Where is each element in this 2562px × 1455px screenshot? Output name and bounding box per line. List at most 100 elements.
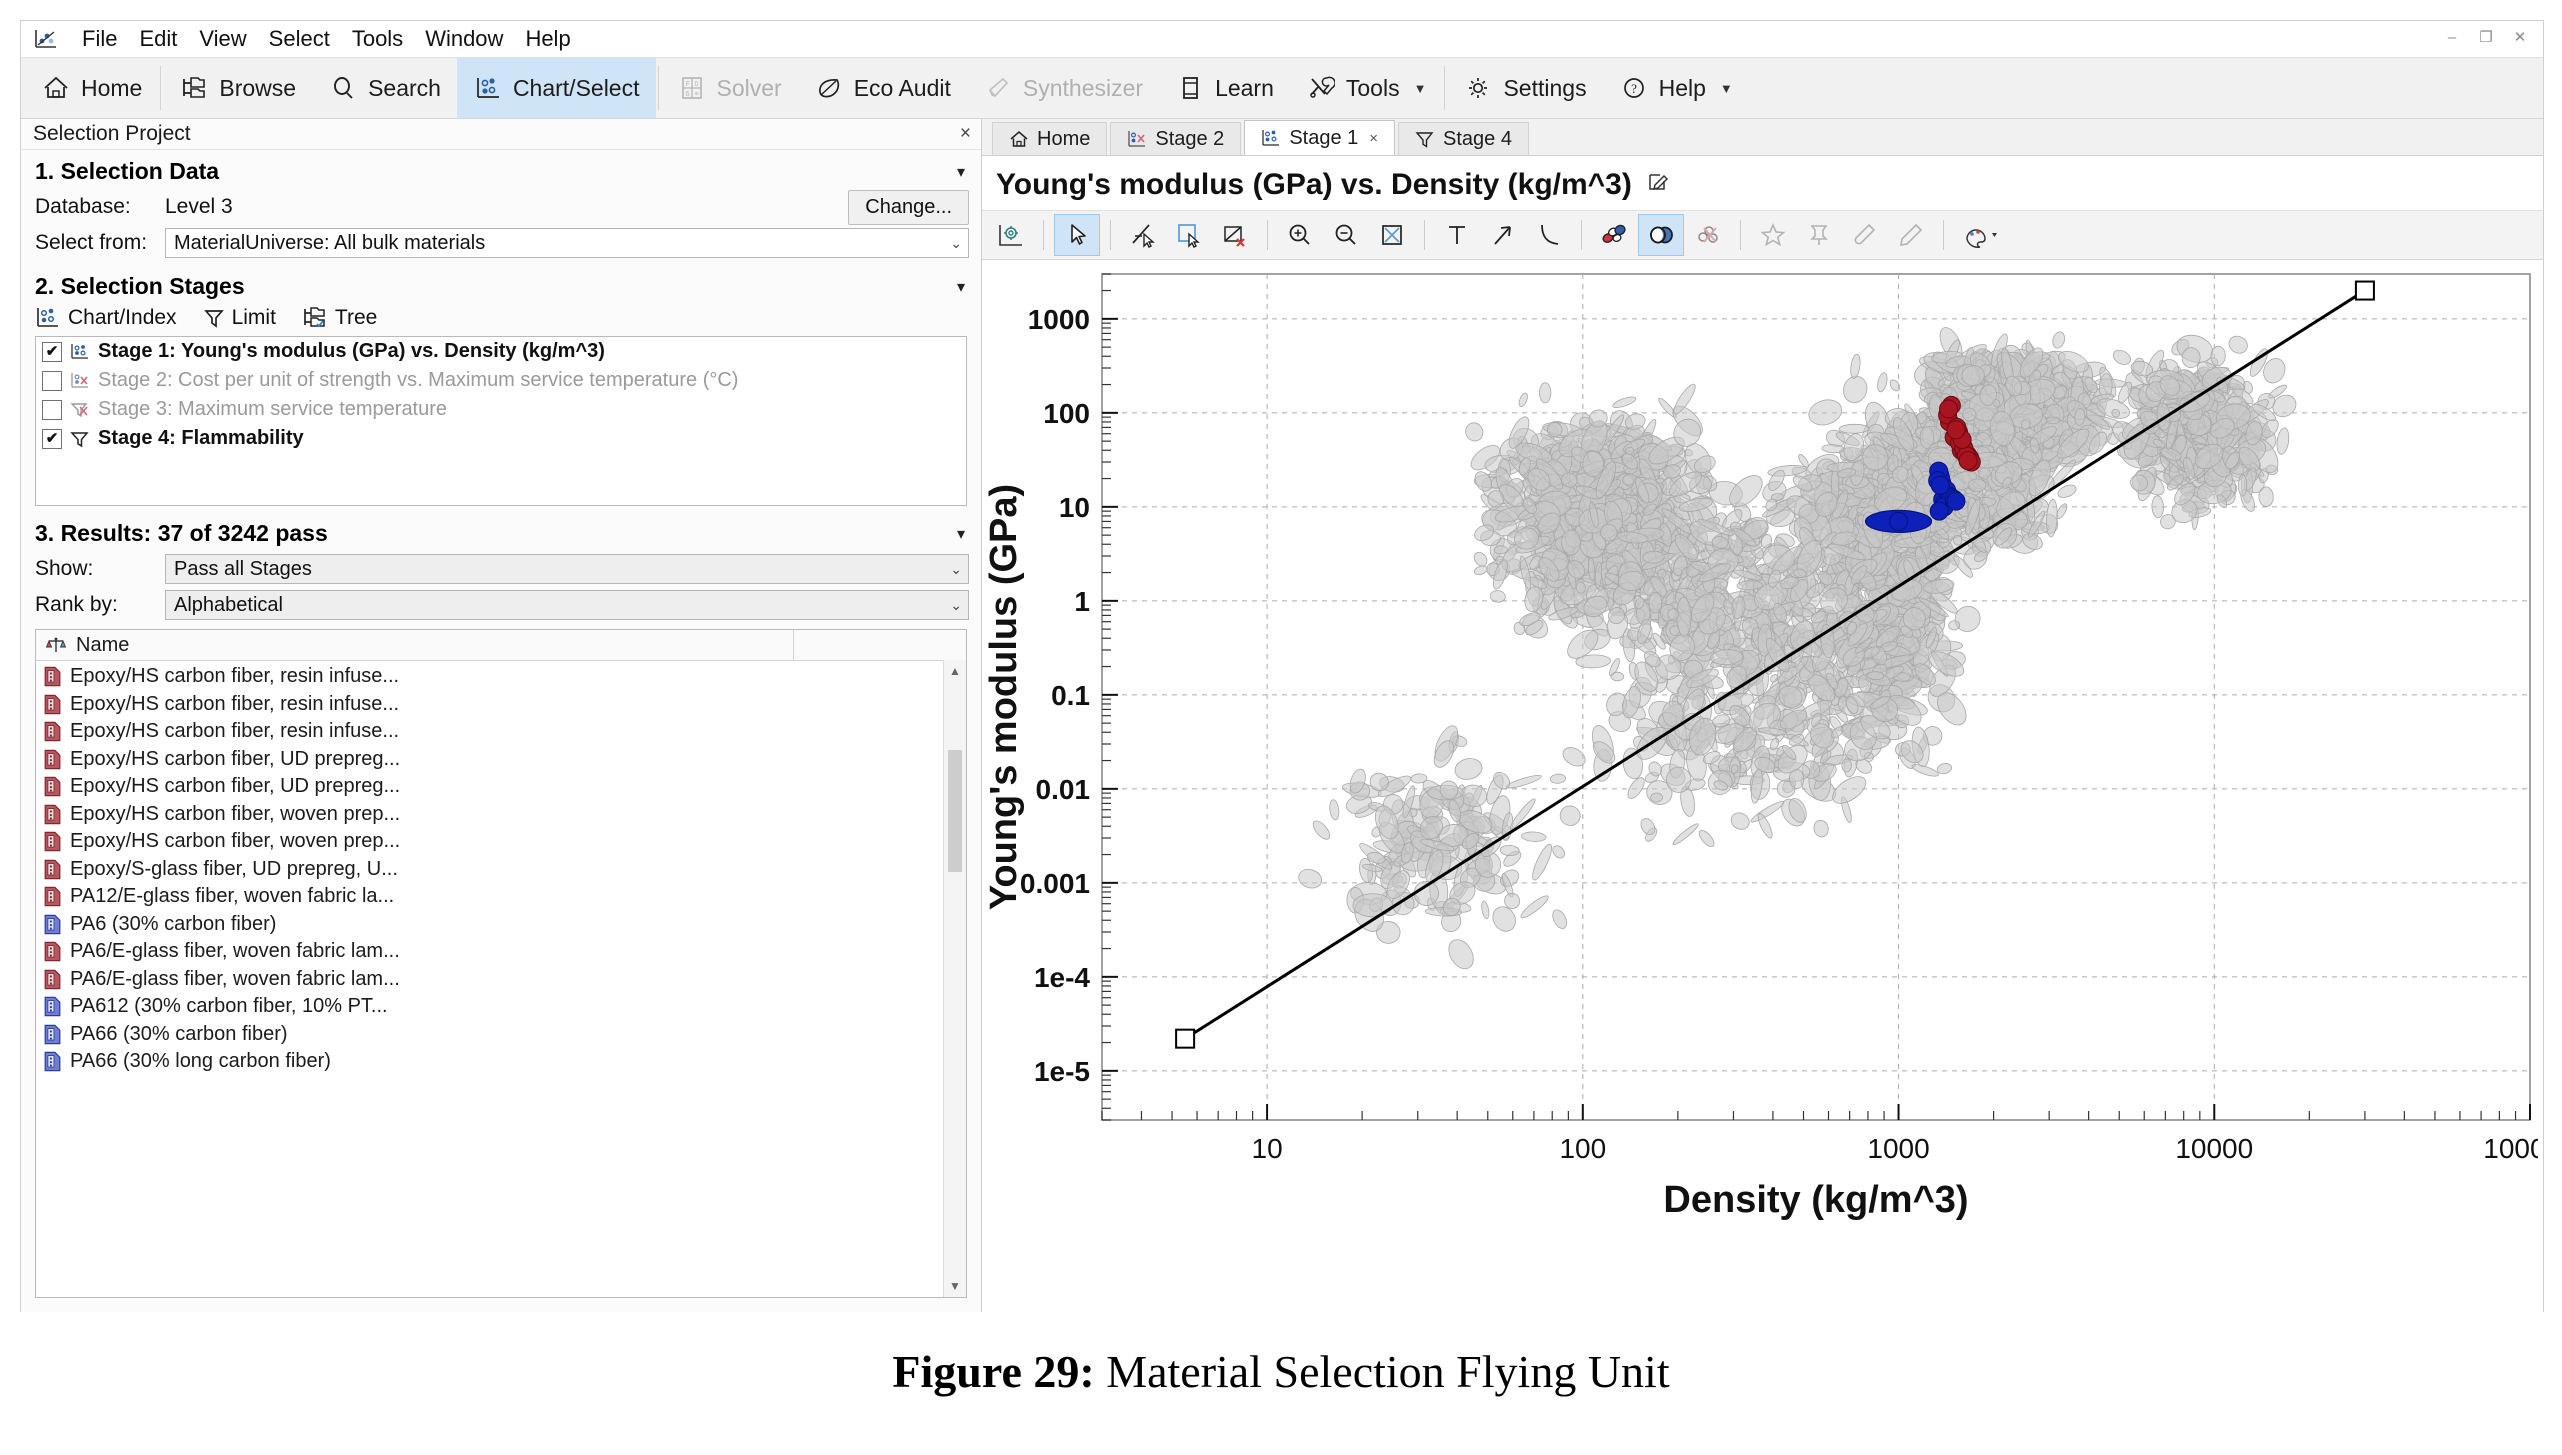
text-icon[interactable] [1435, 215, 1479, 255]
stage-checkbox[interactable] [42, 370, 62, 391]
results-list[interactable]: Epoxy/HS carbon fiber, resin infuse... E… [36, 661, 966, 1297]
curve-icon[interactable] [1527, 215, 1571, 255]
list-item[interactable]: PA66 (30% carbon fiber) [36, 1021, 966, 1049]
tree-action[interactable]: Tree [302, 306, 377, 330]
menu-item-edit[interactable]: Edit [128, 24, 188, 54]
pencil-icon[interactable] [1889, 215, 1933, 255]
pin-icon[interactable] [1797, 215, 1841, 255]
chart-index-action[interactable]: Chart/Index [35, 306, 177, 330]
stage-checkbox[interactable] [42, 399, 62, 420]
scroll-up-arrow-icon[interactable]: ▲ [949, 660, 961, 682]
ribbon-browse-button[interactable]: Browse [163, 58, 312, 118]
star-icon[interactable] [1751, 215, 1795, 255]
list-item[interactable]: PA6/E-glass fiber, woven fabric lam... [36, 966, 966, 994]
results-scrollbar[interactable]: ▲ ▼ [943, 660, 966, 1297]
list-item[interactable]: Epoxy/HS carbon fiber, UD prepreg... [36, 746, 966, 774]
panel-close-icon[interactable]: × [960, 123, 971, 145]
collapse-chevron-icon[interactable]: ▾ [957, 162, 969, 182]
list-item[interactable]: Epoxy/HS carbon fiber, woven prep... [36, 801, 966, 829]
chart-settings-icon[interactable] [989, 215, 1033, 255]
scrollbar-thumb[interactable] [948, 750, 962, 872]
list-item[interactable]: PA6/E-glass fiber, woven fabric lam... [36, 938, 966, 966]
scroll-down-arrow-icon[interactable]: ▼ [949, 1275, 961, 1297]
minimize-button[interactable]: – [2435, 23, 2469, 51]
delete-box-icon[interactable] [1213, 215, 1257, 255]
test-tube-icon[interactable] [1843, 215, 1887, 255]
list-item[interactable]: PA66 (30% long carbon fiber) [36, 1048, 966, 1076]
stage-list-item[interactable]: Stage 3: Maximum service temperature [36, 395, 966, 424]
panel-title-bar: Selection Project × [21, 119, 981, 150]
stage-list-item[interactable]: ✔ Stage 4: Flammability [36, 424, 966, 453]
menu-item-help[interactable]: Help [514, 24, 581, 54]
ribbon-chart-select-button[interactable]: Chart/Select [456, 58, 656, 118]
list-item[interactable]: Epoxy/HS carbon fiber, UD prepreg... [36, 773, 966, 801]
zoom-out-icon[interactable] [1324, 215, 1368, 255]
hide-failed-icon[interactable] [1686, 215, 1730, 255]
list-item[interactable]: Epoxy/HS carbon fiber, woven prep... [36, 828, 966, 856]
zoom-in-icon[interactable] [1278, 215, 1322, 255]
tab-home[interactable]: Home [992, 122, 1108, 155]
show-row: Show: Pass all Stages ⌄ [21, 551, 981, 587]
list-item[interactable]: PA6 (30% carbon fiber) [36, 911, 966, 939]
stage-checkbox[interactable]: ✔ [42, 428, 62, 449]
tab-stage-1[interactable]: Stage 1 × [1244, 120, 1396, 155]
ribbon-help-button[interactable]: ? Help ▼ [1603, 58, 1749, 118]
stage-list-item[interactable]: Stage 2: Cost per unit of strength vs. M… [36, 366, 966, 395]
list-item[interactable]: Epoxy/HS carbon fiber, resin infuse... [36, 663, 966, 691]
change-database-button[interactable]: Change... [848, 189, 969, 225]
close-icon[interactable]: × [1369, 130, 1378, 147]
arrow-icon[interactable] [1481, 215, 1525, 255]
stage-list-item[interactable]: ✔ Stage 1: Young's modulus (GPa) vs. Den… [36, 337, 966, 366]
edit-icon[interactable] [1646, 171, 1670, 200]
ribbon-eco-audit-button[interactable]: Eco Audit [798, 58, 967, 118]
palette-icon[interactable] [1954, 215, 2012, 255]
list-item[interactable]: PA612 (30% carbon fiber, 10% PT... [36, 993, 966, 1021]
envelope-icon[interactable] [1638, 214, 1684, 256]
menu-item-window[interactable]: Window [414, 24, 514, 54]
results-name-column-header[interactable]: Name [36, 630, 794, 660]
ribbon-search-button[interactable]: Search [312, 58, 457, 118]
zoom-fit-icon[interactable] [1370, 215, 1414, 255]
ribbon-settings-button[interactable]: Settings [1447, 58, 1602, 118]
chevron-down-icon: ⌄ [950, 596, 962, 613]
stage-checkbox[interactable]: ✔ [42, 341, 62, 362]
collapse-chevron-icon[interactable]: ▾ [957, 277, 969, 297]
select-from-dropdown[interactable]: MaterialUniverse: All bulk materials ⌄ [165, 228, 969, 258]
results-header: 3. Results: 37 of 3242 pass ▾ [21, 506, 981, 551]
ribbon-synthesizer-button[interactable]: Synthesizer [967, 58, 1159, 118]
scatter-plot[interactable]: 10 100 1000 10000 100000 1000 100 10 1 0.1 0.01 0.0… [982, 260, 2538, 1260]
stage-list[interactable]: ✔ Stage 1: Young's modulus (GPa) vs. Den… [35, 336, 967, 506]
balance-icon [45, 637, 67, 652]
ribbon-learn-button[interactable]: Learn [1159, 58, 1290, 118]
tab-stage-4[interactable]: Stage 4 [1398, 122, 1529, 155]
limit-action[interactable]: Limit [203, 306, 276, 330]
close-button[interactable]: ✕ [2503, 23, 2537, 51]
menu-item-select[interactable]: Select [258, 24, 341, 54]
draw-line-icon[interactable] [1121, 215, 1165, 255]
select-from-value: MaterialUniverse: All bulk materials [174, 231, 486, 254]
tab-stage-2-label: Stage 2 [1155, 127, 1225, 150]
restore-button[interactable]: ❐ [2469, 23, 2503, 51]
menu-item-tools[interactable]: Tools [341, 24, 414, 54]
list-item[interactable]: Epoxy/HS carbon fiber, resin infuse... [36, 718, 966, 746]
svg-text:10: 10 [1059, 492, 1090, 523]
list-item[interactable]: PA12/E-glass fiber, woven fabric la... [36, 883, 966, 911]
chart-plot-area[interactable]: 10 100 1000 10000 100000 1000 100 10 1 0.1 0.01 0.0… [982, 260, 2543, 1312]
show-dropdown[interactable]: Pass all Stages ⌄ [165, 554, 969, 584]
tab-stage-2[interactable]: Stage 2 [1110, 122, 1242, 155]
ribbon-solver-button[interactable]: F 0 6 ≡ Solver [661, 58, 798, 118]
menu-item-file[interactable]: File [71, 24, 128, 54]
menu-item-view[interactable]: View [188, 24, 257, 54]
collapse-chevron-icon[interactable]: ▾ [957, 524, 969, 544]
list-item[interactable]: Epoxy/HS carbon fiber, resin infuse... [36, 691, 966, 719]
figure-caption-text: Material Selection Flying Unit [1106, 1346, 1670, 1397]
results-table-header: Name [36, 630, 966, 661]
ribbon-tools-button[interactable]: Tools ▼ [1290, 58, 1443, 118]
ribbon-home-button[interactable]: Home [25, 58, 158, 118]
list-item[interactable]: Epoxy/S-glass fiber, UD prepreg, U... [36, 856, 966, 884]
svg-text:0.1: 0.1 [1051, 680, 1090, 711]
draw-box-icon[interactable] [1167, 215, 1211, 255]
bubbles-color-icon[interactable] [1592, 215, 1636, 255]
pointer-icon[interactable] [1054, 214, 1100, 256]
rank-by-dropdown[interactable]: Alphabetical ⌄ [165, 590, 969, 620]
